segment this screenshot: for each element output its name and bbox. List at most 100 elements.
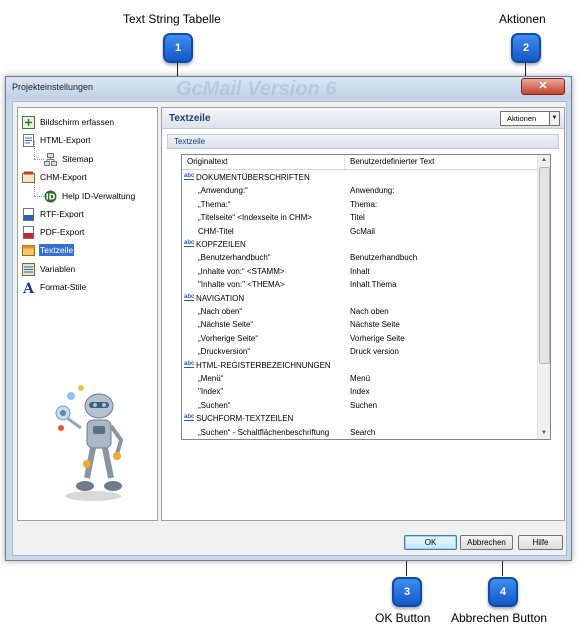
custom-text-cell[interactable]: Inhalt Thema	[350, 280, 397, 289]
aktionen-label: Aktionen	[507, 114, 537, 123]
callout-label-3: OK Button	[375, 611, 431, 625]
custom-text-cell[interactable]: Search	[350, 428, 375, 437]
original-text-cell: „Inhalte von:“ <STAMM>	[198, 266, 285, 276]
table-row[interactable]: „Nach oben“ Nach oben	[182, 305, 537, 318]
nav-item-sitemap[interactable]: Sitemap	[44, 151, 94, 167]
custom-text-cell[interactable]: Druck version	[350, 347, 399, 356]
original-text-cell: „Anwendung:“	[198, 186, 248, 196]
callout-badge-1: 1	[163, 33, 193, 63]
original-text-cell: „Druckversion“	[198, 347, 251, 357]
table-group-row[interactable]: abc DOKUMENTÜBERSCHRIFTEN	[182, 171, 537, 184]
nav-item-rtf-export[interactable]: RTF-Export	[22, 206, 85, 222]
text-group-icon: abc	[184, 293, 195, 301]
custom-text-cell[interactable]: Menü	[350, 374, 370, 383]
custom-text-cell[interactable]: Benutzerhandbuch	[350, 253, 417, 262]
original-text-cell: DOKUMENTÜBERSCHRIFTEN	[196, 173, 310, 182]
nav-item-help-id-verwaltung[interactable]: ID Help ID-Verwaltung	[44, 188, 136, 204]
help-id-icon: ID	[44, 190, 57, 203]
table-group-row[interactable]: abc SUCHFORM-TEXTZEILEN	[182, 412, 537, 425]
original-text-cell: CHM-Titel	[198, 226, 234, 236]
table-scrollbar[interactable]: ▲ ▼	[537, 155, 550, 439]
table-row[interactable]: "Inhalte von:" <THEMA> Inhalt Thema	[182, 278, 537, 291]
close-button[interactable]: ✕	[521, 78, 565, 95]
nav-item-bildschirm-erfassen[interactable]: Bildschirm erfassen	[22, 114, 115, 130]
table-row[interactable]: „Vorherige Seite“ Vorherige Seite	[182, 332, 537, 345]
text-group-icon: abc	[184, 240, 195, 247]
text-group-icon: abc	[184, 173, 195, 180]
custom-text-cell[interactable]: Index	[350, 387, 370, 396]
table-row[interactable]: „Benutzerhandbuch“ Benutzerhandbuch	[182, 251, 537, 264]
table-header: Originaltext Benutzerdefinierter Text	[182, 155, 537, 170]
original-text-cell: „Suchen“	[198, 400, 231, 410]
table-row[interactable]: „Thema:“ Thema:	[182, 198, 537, 211]
text-group-icon: abc	[184, 414, 195, 422]
table-row[interactable]: „Menü“ Menü	[182, 372, 537, 385]
original-text-cell: „Thema:“	[198, 199, 231, 209]
nav-item-variablen[interactable]: Variablen	[22, 261, 76, 277]
nav-item-label: PDF-Export	[40, 227, 85, 237]
nav-item-label: Bildschirm erfassen	[40, 117, 115, 127]
custom-text-cell[interactable]: Vorherige Seite	[350, 334, 405, 343]
custom-text-cell[interactable]: Nächste Seite	[350, 320, 400, 329]
chm-export-icon	[22, 171, 35, 184]
original-text-cell: SUCHFORM-TEXTZEILEN	[196, 414, 294, 424]
original-text-cell: „Menü“	[198, 374, 224, 383]
callout-label-1: Text String Tabelle	[123, 12, 221, 26]
textzeile-panel: Textzeile Aktionen ▼ Textzeile Originalt…	[161, 107, 565, 521]
project-settings-window: Projekteinstellungen GcMail Version 6 ✕ …	[5, 76, 572, 561]
nav-item-label: Textzeile	[39, 244, 75, 256]
scroll-down-icon[interactable]: ▼	[538, 428, 550, 439]
nav-item-label: Help ID-Verwaltung	[62, 191, 136, 201]
custom-text-cell[interactable]: Nach oben	[350, 307, 389, 316]
table-group-row[interactable]: abc HTML-REGISTERBEZEICHNUNGEN	[182, 359, 537, 372]
table-row[interactable]: „Titelseite“ <Indexseite in CHM> Titel	[182, 211, 537, 224]
callout-label-2: Aktionen	[499, 12, 546, 26]
callout-badge-2: 2	[511, 33, 541, 63]
original-text-cell: „Suchen“ - Schaltflächenbeschriftung	[198, 427, 330, 437]
table-row[interactable]: „Nächste Seite“ Nächste Seite	[182, 318, 537, 331]
table-row[interactable]: „Anwendung:“ Anwendung:	[182, 184, 537, 197]
section-bar: Textzeile	[167, 134, 559, 149]
custom-text-cell[interactable]: Anwendung:	[350, 186, 394, 195]
window-title: Projekteinstellungen	[12, 82, 94, 92]
original-text-cell: „Benutzerhandbuch“	[198, 253, 271, 263]
table-row[interactable]: „Inhalte von:“ <STAMM> Inhalt	[182, 265, 537, 278]
help-button[interactable]: Hilfe	[518, 535, 563, 550]
title-bar[interactable]: Projekteinstellungen GcMail Version 6 ✕	[6, 77, 571, 100]
column-header-originaltext[interactable]: Originaltext	[187, 157, 227, 166]
custom-text-cell[interactable]: GcMail	[350, 227, 375, 236]
original-text-cell: „Vorherige Seite“	[198, 333, 259, 343]
nav-item-textzeile[interactable]: Textzeile	[22, 242, 75, 258]
table-row[interactable]: CHM-Titel GcMail	[182, 225, 537, 238]
scrollbar-thumb[interactable]	[539, 167, 550, 364]
custom-text-cell[interactable]: Inhalt	[350, 267, 370, 276]
robot-mascot-illustration	[55, 385, 124, 501]
custom-text-cell[interactable]: Titel	[350, 213, 365, 222]
original-text-cell: "Inhalte von:" <THEMA>	[198, 280, 285, 290]
original-text-cell: „Titelseite“ <Indexseite in CHM>	[198, 213, 312, 223]
nav-item-format-stile[interactable]: A Format-Stile	[22, 279, 87, 297]
custom-text-cell[interactable]: Thema:	[350, 200, 377, 209]
nav-item-html-export[interactable]: HTML-Export	[22, 132, 92, 148]
scroll-up-icon[interactable]: ▲	[538, 155, 550, 166]
sitemap-icon	[44, 152, 57, 166]
table-row[interactable]: „Suchen“ Suchen	[182, 399, 537, 412]
table-row[interactable]: „Suchen“ - Schaltflächenbeschriftung Sear…	[182, 426, 537, 439]
table-row[interactable]: „Druckversion“ Druck version	[182, 345, 537, 358]
cancel-button[interactable]: Abbrechen	[460, 535, 513, 550]
nav-item-label: HTML-Export	[40, 135, 91, 145]
original-text-cell: "Index"	[198, 387, 224, 397]
panel-title: Textzeile	[169, 113, 211, 124]
nav-item-chm-export[interactable]: CHM-Export	[22, 169, 88, 185]
callout-label-4: Abbrechen Button	[451, 611, 548, 625]
column-header-custom-text[interactable]: Benutzerdefinierter Text	[350, 157, 434, 166]
table-group-row[interactable]: abc NAVIGATION	[182, 292, 537, 305]
text-string-table[interactable]: Originaltext Benutzerdefinierter Text ab…	[181, 154, 551, 440]
aktionen-dropdown-button[interactable]: Aktionen ▼	[500, 111, 560, 126]
nav-item-pdf-export[interactable]: PDF-Export	[22, 224, 85, 240]
custom-text-cell[interactable]: Suchen	[350, 401, 377, 410]
table-row[interactable]: "Index" Index	[182, 385, 537, 398]
ok-button[interactable]: OK	[404, 535, 457, 550]
nav-item-label: Format-Stile	[40, 282, 87, 292]
table-group-row[interactable]: abc KOPFZEILEN	[182, 238, 537, 251]
